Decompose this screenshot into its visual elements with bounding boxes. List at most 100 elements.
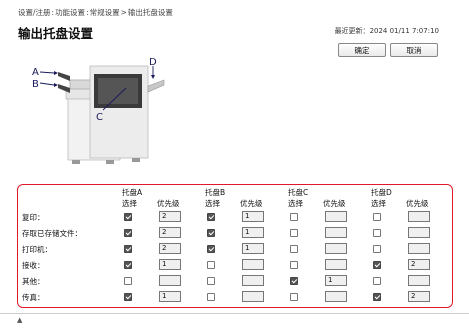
scroll-up-icon[interactable]: ▲ [17,316,22,324]
priority-input[interactable]: 1 [242,211,264,222]
breadcrumb: 设置/注册:功能设置:常规设置>输出托盘设置 [18,7,173,18]
row-label: 复印： [22,213,45,222]
priority-input[interactable]: 2 [159,227,181,238]
printer-tray-d [147,79,165,93]
label-b: B [32,79,39,90]
tray-header: 托盘A [122,188,143,197]
tray-select-checkbox[interactable] [290,261,298,269]
priority-column-header: 优先级 [406,199,429,208]
tray-select-checkbox[interactable] [373,277,381,285]
printer-foot [72,160,80,164]
printer-foot [132,158,140,162]
priority-input[interactable] [242,275,264,286]
tray-select-checkbox[interactable] [207,261,215,269]
priority-input[interactable] [325,259,347,270]
priority-input[interactable]: 2 [159,243,181,254]
priority-input[interactable] [325,291,347,302]
tray-select-checkbox[interactable] [124,277,132,285]
tray-select-checkbox[interactable] [207,293,215,301]
tray-select-checkbox[interactable] [290,293,298,301]
tray-select-checkbox[interactable] [124,261,132,269]
row-label: 其他： [22,277,45,286]
last-update-label: 最近更新： [334,27,370,35]
row-label: 存取已存储文件： [22,229,82,238]
last-update-value: 2024 01/11 7:07:10 [369,27,439,35]
tray-header: 托盘C [288,188,309,197]
arrow-b [39,82,55,86]
priority-input[interactable]: 1 [159,291,181,302]
select-column-header: 选择 [122,199,137,208]
printer-finisher-window [98,78,138,104]
row-label: 打印机： [22,245,52,254]
tray-select-checkbox[interactable] [124,293,132,301]
arrow-b-head [54,83,58,87]
label-c: C [96,112,103,123]
row-label: 接收： [22,261,45,270]
ok-button[interactable]: 确定 [338,43,386,57]
last-update: 最近更新：2024 01/11 7:07:10 [335,26,439,36]
tray-select-checkbox[interactable] [207,245,215,253]
priority-input[interactable] [325,243,347,254]
tray-select-checkbox[interactable] [373,213,381,221]
priority-input[interactable]: 1 [325,275,347,286]
arrow-d-head [151,75,155,79]
printer-diagram: A B C D [32,58,165,164]
label-d: D [149,58,157,68]
breadcrumb-separator: : [86,8,89,17]
printer-tray-a [58,72,70,81]
priority-input[interactable] [325,211,347,222]
tray-select-checkbox[interactable] [207,213,215,221]
priority-input[interactable] [242,291,264,302]
tray-select-checkbox[interactable] [124,245,132,253]
tray-select-checkbox[interactable] [207,277,215,285]
priority-input[interactable] [325,227,347,238]
priority-input[interactable] [408,227,430,238]
breadcrumb-item-settings[interactable]: 设置/注册 [18,8,51,17]
tray-header: 托盘D [371,188,392,197]
priority-column-header: 优先级 [157,199,180,208]
printer-tray-b [58,84,70,93]
tray-select-checkbox[interactable] [124,229,132,237]
printer-foot [106,160,114,164]
breadcrumb-item-current: 输出托盘设置 [127,8,173,17]
tray-select-checkbox[interactable] [290,213,298,221]
select-column-header: 选择 [371,199,386,208]
breadcrumb-separator: > [120,8,127,17]
arrow-a-head [54,71,58,75]
select-column-header: 选择 [205,199,220,208]
tray-header: 托盘B [205,188,226,197]
priority-input[interactable]: 2 [408,291,430,302]
priority-column-header: 优先级 [323,199,346,208]
tray-select-checkbox[interactable] [290,277,298,285]
priority-input[interactable] [408,275,430,286]
page-title: 输出托盘设置 [18,26,94,41]
row-label: 传真： [22,293,45,302]
breadcrumb-item-general-settings[interactable]: 常规设置 [90,8,120,17]
priority-input[interactable] [408,211,430,222]
breadcrumb-separator: : [51,8,55,17]
tray-select-checkbox[interactable] [373,245,381,253]
arrow-a [39,71,55,74]
priority-input[interactable] [408,243,430,254]
tray-select-checkbox[interactable] [290,229,298,237]
tray-select-checkbox[interactable] [124,213,132,221]
cancel-button[interactable]: 取消 [390,43,438,57]
priority-input[interactable] [242,259,264,270]
label-a: A [32,67,39,78]
select-column-header: 选择 [288,199,303,208]
tray-settings-panel [17,184,453,308]
tray-select-checkbox[interactable] [290,245,298,253]
tray-select-checkbox[interactable] [373,261,381,269]
tray-select-checkbox[interactable] [373,293,381,301]
breadcrumb-item-function-settings[interactable]: 功能设置 [55,8,85,17]
footer-divider [0,313,469,314]
tray-select-checkbox[interactable] [373,229,381,237]
priority-input[interactable]: 1 [159,259,181,270]
priority-input[interactable]: 1 [242,227,264,238]
priority-column-header: 优先级 [240,199,263,208]
priority-input[interactable] [159,275,181,286]
tray-select-checkbox[interactable] [207,229,215,237]
priority-input[interactable]: 2 [159,211,181,222]
priority-input[interactable]: 1 [242,243,264,254]
priority-input[interactable]: 2 [408,259,430,270]
